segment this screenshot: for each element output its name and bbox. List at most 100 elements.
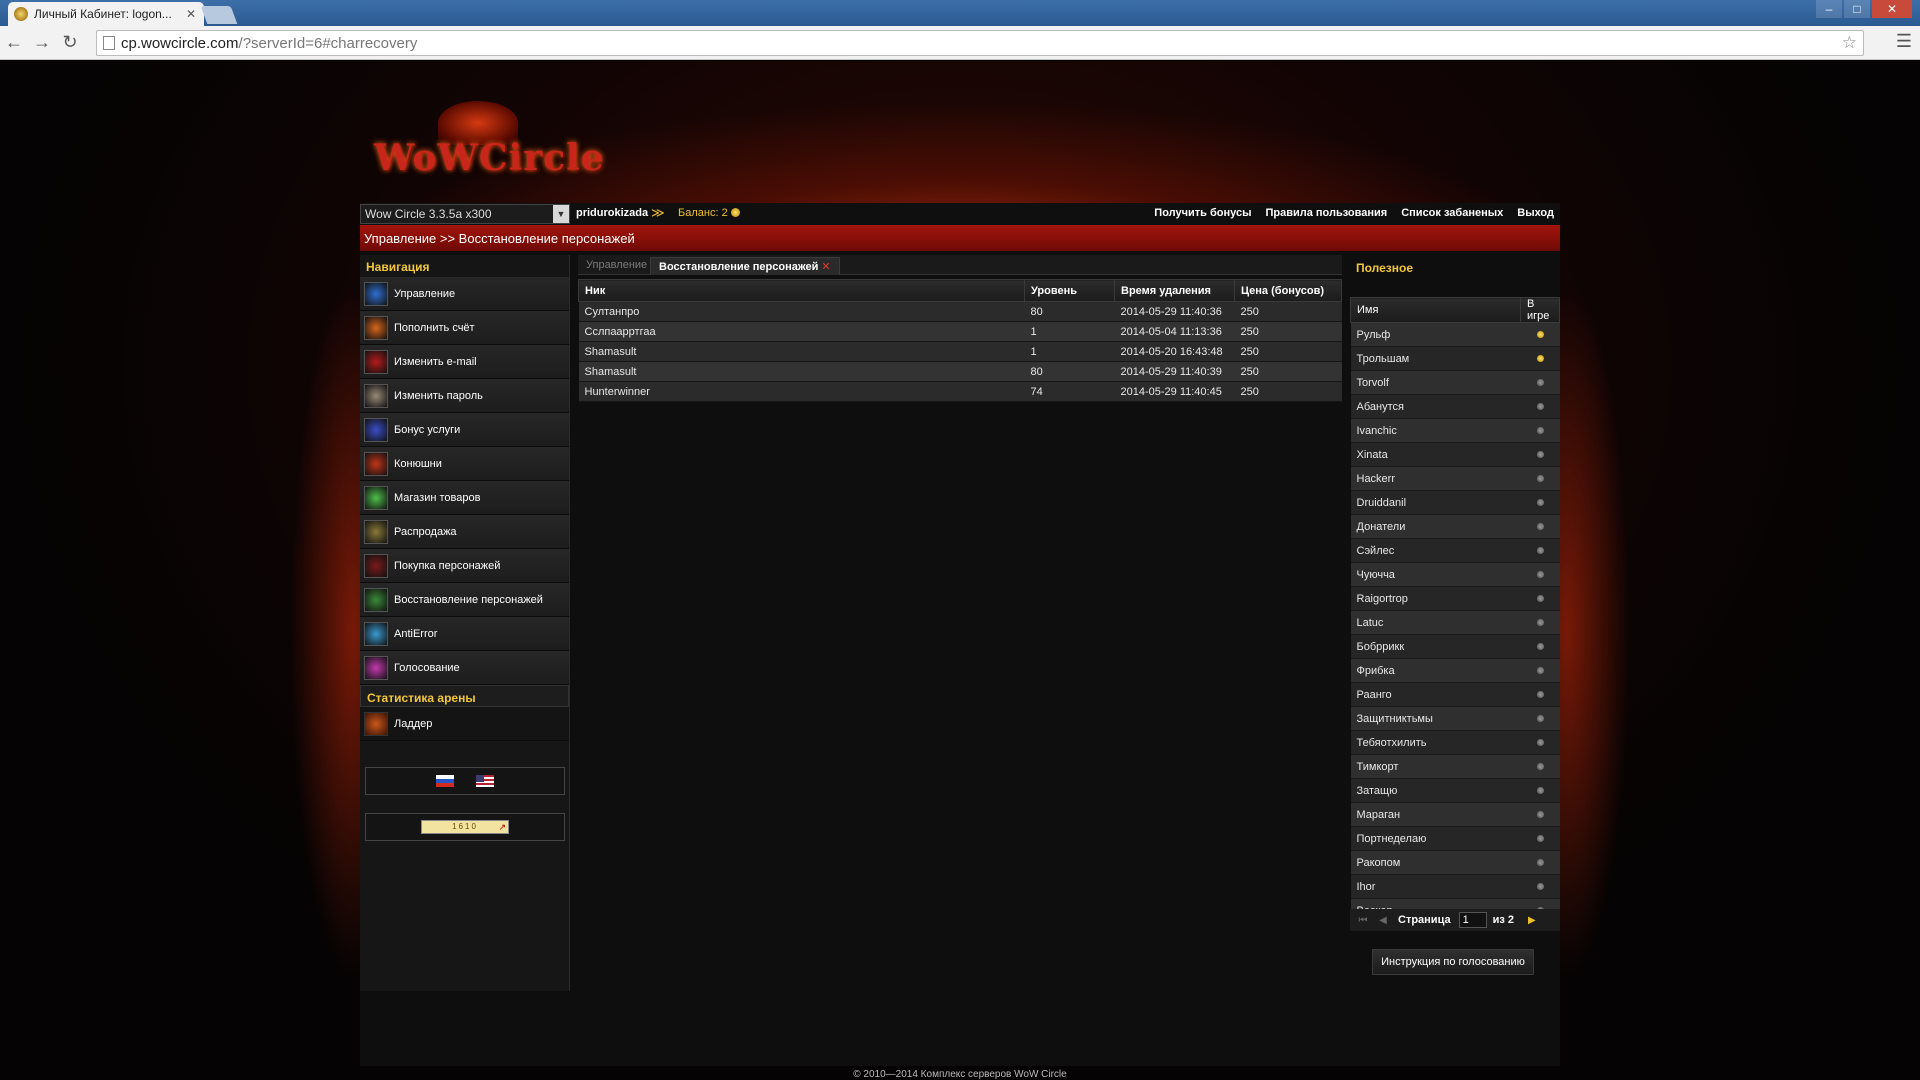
logout-link[interactable]: Выход [1517, 207, 1554, 219]
pager-label: Страница [1398, 914, 1451, 926]
page-input[interactable] [1458, 912, 1487, 928]
list-item[interactable]: Тебяотхилить [1350, 730, 1560, 755]
sidebar-item[interactable]: Распродажа [360, 515, 569, 549]
list-item[interactable]: Hackerr [1350, 466, 1560, 491]
balance-value: 2 [721, 207, 728, 219]
list-item[interactable]: Чуючча [1350, 562, 1560, 587]
sidebar-item[interactable]: Изменить e-mail [360, 345, 569, 379]
sidebar-item-label: Распродажа [394, 525, 457, 538]
new-tab-button[interactable] [200, 6, 238, 24]
browser-tab[interactable]: Личный Кабинет: logon... ✕ [8, 2, 204, 26]
column-header-deleted-time[interactable]: Время удаления [1114, 279, 1235, 302]
column-header-online[interactable]: В игре [1520, 297, 1560, 323]
sidebar-item[interactable]: Голосование [360, 651, 569, 685]
browser-menu-icon[interactable]: ☰ [1896, 31, 1912, 52]
list-item[interactable]: Затащю [1350, 778, 1560, 803]
tab-management[interactable]: Управление [578, 257, 655, 275]
list-item[interactable]: Бобррикк [1350, 634, 1560, 659]
url-path: /?serverId=6#charrecovery [238, 34, 418, 52]
server-select[interactable]: Wow Circle 3.3.5a x300 ▼ [360, 204, 570, 224]
sidebar-item-label: Ладдер [394, 717, 433, 730]
table-cell: 250 [1234, 341, 1342, 362]
table-cell: 2014-05-04 11:13:36 [1114, 321, 1235, 342]
list-item[interactable]: Портнеделаю [1350, 826, 1560, 851]
menu-item-icon [364, 485, 388, 510]
column-header-price[interactable]: Цена (бонусов) [1234, 279, 1342, 302]
forward-arrow-icon[interactable]: → [28, 32, 56, 53]
list-item[interactable]: Сэйлес [1350, 538, 1560, 563]
menu-item-icon [364, 451, 388, 476]
bookmark-star-icon[interactable]: ☆ [1842, 33, 1857, 53]
column-header-level[interactable]: Уровень [1024, 279, 1115, 302]
maximize-icon[interactable]: □ [1844, 0, 1870, 18]
sidebar-item-label: Изменить e-mail [394, 355, 477, 368]
close-tab-icon[interactable]: ✕ [184, 7, 198, 21]
visitor-counter[interactable]: 1610 ↗ [421, 820, 509, 834]
sidebar-item[interactable]: Восстановление персонажей [360, 583, 569, 617]
list-item[interactable]: Тимкорт [1350, 754, 1560, 779]
column-header-name[interactable]: Имя [1350, 297, 1521, 323]
close-tab-icon[interactable]: ✕ [821, 261, 830, 273]
sidebar-item-ladder[interactable]: Ладдер [360, 707, 569, 741]
us-flag-icon[interactable] [476, 775, 494, 787]
list-item[interactable]: Raigortrop [1350, 586, 1560, 611]
offline-dot-icon [1536, 666, 1544, 674]
chevron-down-icon[interactable]: ▼ [553, 205, 569, 223]
table-row[interactable]: Султанпро 80 2014-05-29 11:40:36 250 [578, 301, 1342, 322]
sidebar-item[interactable]: Покупка персонажей [360, 549, 569, 583]
list-item[interactable]: Xinata [1350, 442, 1560, 467]
list-item[interactable]: Абанутся [1350, 394, 1560, 419]
list-item[interactable]: Latuc [1350, 610, 1560, 635]
online-status [1520, 370, 1560, 395]
rules-link[interactable]: Правила пользования [1265, 207, 1387, 219]
table-row[interactable]: Shamasult 1 2014-05-20 16:43:48 250 [578, 341, 1342, 362]
minimize-icon[interactable]: – [1816, 0, 1842, 18]
sidebar-item[interactable]: AntiError [360, 617, 569, 651]
menu-item-icon [364, 315, 388, 340]
tab-char-recovery[interactable]: Восстановление персонажей ✕ [650, 257, 840, 275]
list-item[interactable]: Ivanchic [1350, 418, 1560, 443]
list-item[interactable]: Мараган [1350, 802, 1560, 827]
list-item[interactable]: Защитниктьмы [1350, 706, 1560, 731]
list-item[interactable]: Трольшам [1350, 346, 1560, 371]
list-item[interactable]: Druiddanil [1350, 490, 1560, 515]
list-item[interactable]: Донатели [1350, 514, 1560, 539]
list-item[interactable]: Ihor [1350, 874, 1560, 899]
banned-list-link[interactable]: Список забаненых [1401, 207, 1503, 219]
list-item[interactable]: Ракопом [1350, 850, 1560, 875]
list-item[interactable]: Фрибка [1350, 658, 1560, 683]
sidebar-item[interactable]: Изменить пароль [360, 379, 569, 413]
site-logo[interactable]: WoWCircle [368, 101, 604, 183]
first-page-icon[interactable]: ⏮ [1356, 915, 1370, 926]
sidebar-item[interactable]: Управление [360, 277, 569, 311]
list-item[interactable]: Раанго [1350, 682, 1560, 707]
table-row[interactable]: Shamasult 80 2014-05-29 11:40:39 250 [578, 361, 1342, 382]
reload-icon[interactable]: ↻ [56, 32, 84, 53]
online-status [1520, 586, 1560, 611]
list-item[interactable]: Torvolf [1350, 370, 1560, 395]
voting-instructions-button[interactable]: Инструкция по голосованию [1372, 949, 1534, 975]
table-row[interactable]: Сслпаарртгаа 1 2014-05-04 11:13:36 250 [578, 321, 1342, 342]
table-row[interactable]: Hunterwinner 74 2014-05-29 11:40:45 250 [578, 381, 1342, 402]
username: pridurokizada [576, 207, 649, 219]
next-page-icon[interactable]: ▶ [1528, 915, 1536, 926]
online-status [1520, 610, 1560, 635]
column-header-nick[interactable]: Ник [578, 279, 1025, 302]
address-bar[interactable]: cp.wowcircle.com /?serverId=6#charrecove… [96, 30, 1864, 56]
user-name: Druiddanil [1350, 490, 1521, 515]
sidebar-item[interactable]: Пополнить счёт [360, 311, 569, 345]
sidebar-item[interactable]: Бонус услуги [360, 413, 569, 447]
tab-title: Личный Кабинет: logon... [34, 7, 172, 21]
user-name: Защитниктьмы [1350, 706, 1521, 731]
back-arrow-icon[interactable]: ← [0, 32, 28, 53]
sidebar-item[interactable]: Конюшни [360, 447, 569, 481]
prev-page-icon[interactable]: ◀ [1376, 915, 1390, 926]
sidebar-item[interactable]: Магазин товаров [360, 481, 569, 515]
window-close-icon[interactable]: ✕ [1872, 0, 1912, 18]
table-cell: Shamasult [578, 361, 1025, 382]
russian-flag-icon[interactable] [436, 775, 454, 787]
get-bonus-link[interactable]: Получить бонусы [1154, 207, 1251, 219]
table-cell: 2014-05-29 11:40:39 [1114, 361, 1235, 382]
list-item[interactable]: Рульф [1350, 322, 1560, 347]
top-links: Получить бонусы Правила пользования Спис… [1140, 207, 1554, 219]
